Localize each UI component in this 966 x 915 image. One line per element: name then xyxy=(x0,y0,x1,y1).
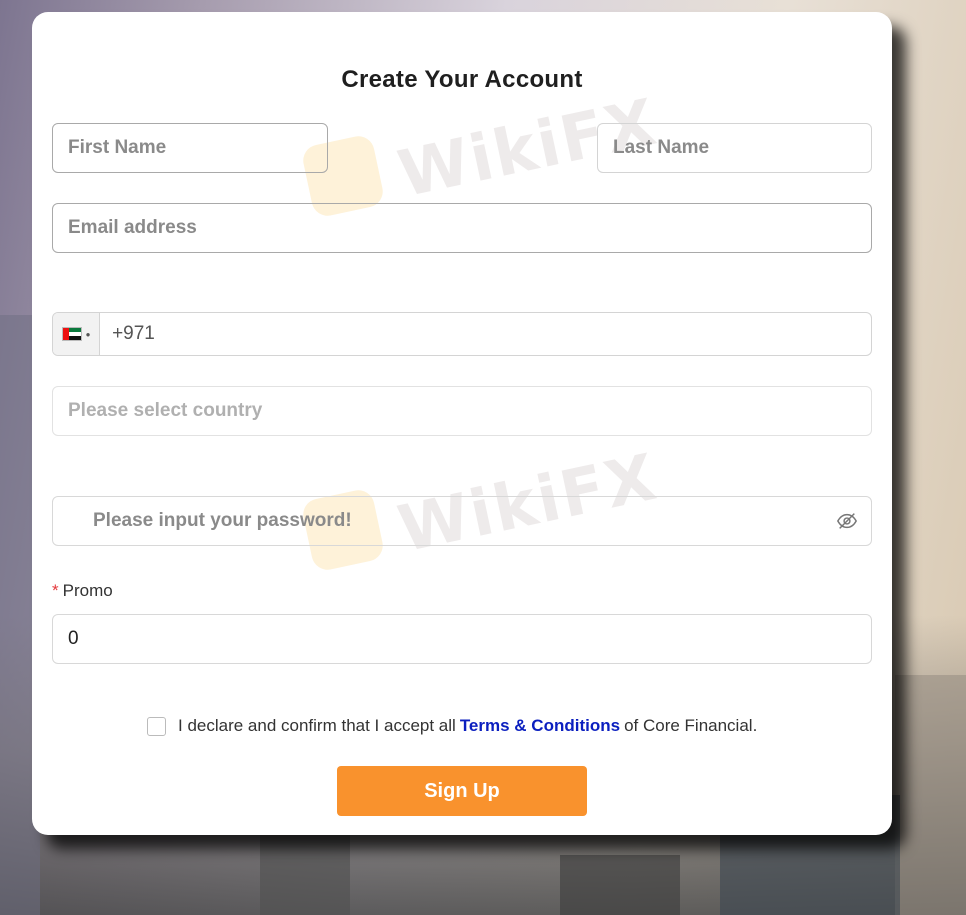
terms-text-before: I declare and confirm that I accept all xyxy=(178,716,456,735)
password-input[interactable] xyxy=(53,497,833,545)
promo-input[interactable] xyxy=(53,615,871,663)
terms-row: I declare and confirm that I accept all … xyxy=(147,716,757,736)
ae-flag-icon xyxy=(61,327,82,341)
eye-slash-icon[interactable] xyxy=(833,506,861,536)
terms-text-after: of Core Financial. xyxy=(624,716,758,735)
sign-up-button[interactable]: Sign Up xyxy=(337,766,587,816)
promo-field xyxy=(52,614,872,664)
caret-down-icon: ● xyxy=(85,329,91,339)
terms-link[interactable]: Terms & Conditions xyxy=(460,716,620,736)
background-tower xyxy=(895,675,966,915)
promo-label-text: Promo xyxy=(62,581,113,600)
last-name-field xyxy=(597,123,872,173)
country-code-selector[interactable]: ● xyxy=(53,313,101,355)
email-field xyxy=(52,203,872,253)
password-field xyxy=(52,496,872,546)
last-name-input[interactable] xyxy=(598,124,871,172)
required-mark: * xyxy=(52,581,59,600)
promo-label: * Promo xyxy=(52,581,113,601)
first-name-field xyxy=(52,123,328,173)
background-tower xyxy=(260,835,350,915)
first-name-input[interactable] xyxy=(53,124,327,172)
phone-field: ● xyxy=(52,312,872,356)
terms-checkbox[interactable] xyxy=(147,716,166,736)
signup-card: WikiFX WikiFX Create Your Account ● Plea… xyxy=(32,12,892,835)
background-tower xyxy=(560,855,680,915)
phone-input[interactable] xyxy=(100,313,871,355)
country-select-placeholder: Please select country xyxy=(68,400,263,421)
page-title: Create Your Account xyxy=(341,66,583,93)
email-input[interactable] xyxy=(53,204,871,252)
country-select[interactable]: Please select country xyxy=(52,386,872,436)
